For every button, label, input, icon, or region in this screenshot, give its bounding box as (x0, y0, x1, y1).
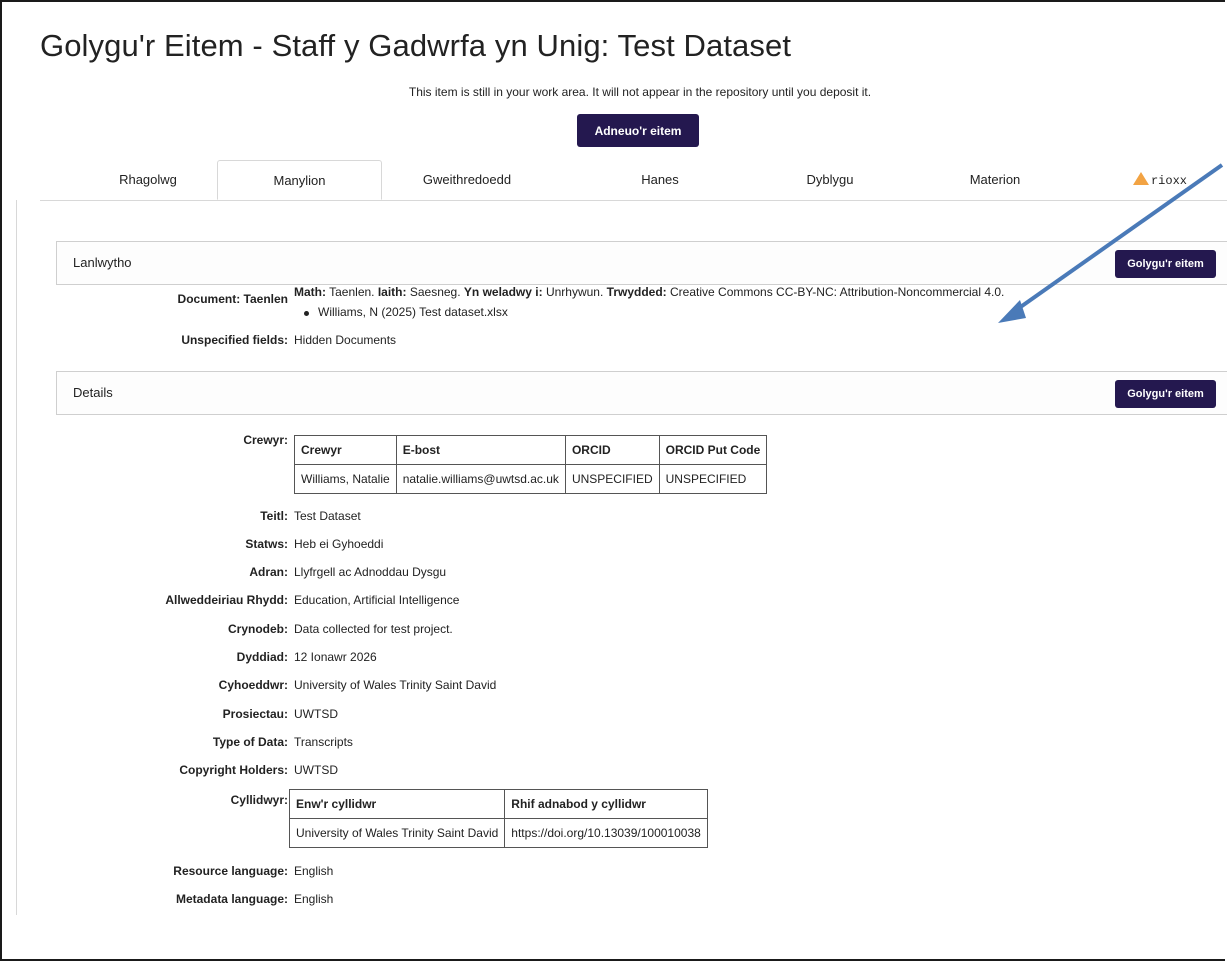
creators-table: Crewyr E-bost ORCID ORCID Put Code Willi… (294, 435, 768, 494)
field-value: Transcripts (294, 735, 353, 749)
tab-label: Gweithredoedd (422, 172, 512, 187)
document-label: Document: Taenlen (177, 292, 288, 306)
panel-title: Details (73, 385, 113, 400)
tab-label: Dyblygu (806, 172, 854, 187)
field-value: Llyfrgell ac Adnoddau Dysgu (294, 565, 447, 579)
field-label: Cyhoeddwr: (218, 678, 288, 692)
funders-table: Enw'r cyllidwr Rhif adnabod y cyllidwr U… (288, 789, 708, 848)
work-area-notice: This item is still in your work area. It… (408, 85, 872, 99)
language-label: Iaith: (377, 285, 407, 299)
license-value: Creative Commons CC-BY-NC: Attribution-N… (670, 285, 1005, 299)
unspecified-fields-value: Hidden Documents (294, 333, 397, 347)
field-value: Data collected for test project. (294, 622, 453, 636)
field-label: Resource language: (173, 864, 288, 878)
table-header-row: Enw'r cyllidwr Rhif adnabod y cyllidwr (288, 789, 708, 819)
language-value: Saesneg. (409, 285, 461, 299)
field-label: Prosiectau: (222, 707, 288, 721)
tab-label: Manylion (273, 173, 326, 188)
warning-icon (1132, 172, 1149, 185)
tab-label: Hanes (641, 172, 679, 187)
tab-label: rioxx (1150, 174, 1187, 188)
tab-issues[interactable]: Materion (940, 160, 1050, 200)
field-label: Copyright Holders: (179, 763, 288, 777)
edit-item-button[interactable]: Golygu'r eitem (1115, 250, 1216, 278)
field-label: Teitl: (260, 509, 288, 523)
creators-label: Crewyr: (243, 433, 288, 447)
document-description: Math: Taenlen. Iaith: Saesneg. Yn weladw… (294, 285, 1004, 299)
table-cell: UNSPECIFIED (658, 464, 768, 494)
visibility-value: Unrhywun. (545, 285, 604, 299)
tab-duplicate[interactable]: Dyblygu (775, 160, 885, 200)
tab-bar: Rhagolwg Manylion Gweithredoedd Hanes Dy… (40, 160, 1227, 201)
tab-label: Materion (969, 172, 1021, 187)
table-header: Crewyr (294, 435, 397, 465)
table-header: E-bost (395, 435, 566, 465)
deposit-item-button[interactable]: Adneuo'r eitem (577, 114, 699, 147)
field-label: Metadata language: (175, 892, 288, 906)
field-value: UWTSD (294, 707, 338, 721)
document-file-link[interactable]: Williams, N (2025) Test dataset.xlsx (318, 305, 508, 319)
unspecified-fields-label: Unspecified fields: (181, 333, 288, 347)
panel-title: Lanlwytho (73, 255, 132, 270)
field-label: Dyddiad: (236, 650, 288, 664)
field-value: UWTSD (294, 763, 338, 777)
table-header-row: Crewyr E-bost ORCID ORCID Put Code (294, 435, 768, 465)
type-value: Taenlen. (329, 285, 375, 299)
table-cell: natalie.williams@uwtsd.ac.uk (395, 464, 566, 494)
field-value: English (294, 864, 334, 878)
field-label: Crynodeb: (228, 622, 288, 636)
table-header: Rhif adnabod y cyllidwr (504, 789, 708, 819)
field-value: English (294, 892, 334, 906)
bullet-icon (304, 311, 309, 316)
tab-rioxx[interactable]: rioxx (1115, 160, 1205, 200)
table-row: Williams, Natalie natalie.williams@uwtsd… (294, 464, 768, 494)
license-label: Trwydded: (606, 285, 667, 299)
tab-details[interactable]: Manylion (217, 160, 382, 200)
field-label: Adran: (249, 565, 288, 579)
funders-label: Cyllidwyr: (230, 793, 288, 807)
type-label: Math: (294, 285, 326, 299)
upload-panel-header: Lanlwytho Golygu'r eitem (56, 241, 1227, 285)
table-cell: UNSPECIFIED (564, 464, 660, 494)
table-header: Enw'r cyllidwr (288, 789, 506, 819)
tab-preview[interactable]: Rhagolwg (80, 160, 216, 200)
field-value: Test Dataset (294, 509, 361, 523)
table-cell: https://doi.org/10.13039/100010038 (504, 818, 708, 848)
field-value: 12 Ionawr 2026 (294, 650, 377, 664)
field-label: Statws: (245, 537, 288, 551)
field-value: Education, Artificial Intelligence (294, 593, 460, 607)
edit-item-button[interactable]: Golygu'r eitem (1115, 380, 1216, 408)
page-title: Golygu'r Eitem - Staff y Gadwrfa yn Unig… (40, 28, 792, 63)
field-label: Allweddeiriau Rhydd: (165, 593, 288, 607)
tab-history[interactable]: Hanes (610, 160, 710, 200)
field-label: Type of Data: (212, 735, 288, 749)
table-header: ORCID (564, 435, 660, 465)
visibility-label: Yn weladwy i: (463, 285, 543, 299)
details-panel-header: Details Golygu'r eitem (56, 371, 1227, 415)
field-value: University of Wales Trinity Saint David (294, 678, 497, 692)
table-header: ORCID Put Code (658, 435, 768, 465)
field-value: Heb ei Gyhoeddi (294, 537, 384, 551)
tab-label: Rhagolwg (119, 172, 177, 187)
table-cell: University of Wales Trinity Saint David (288, 818, 506, 848)
table-row: University of Wales Trinity Saint David … (288, 818, 708, 848)
table-cell: Williams, Natalie (294, 464, 397, 494)
tab-actions[interactable]: Gweithredoedd (382, 160, 552, 200)
